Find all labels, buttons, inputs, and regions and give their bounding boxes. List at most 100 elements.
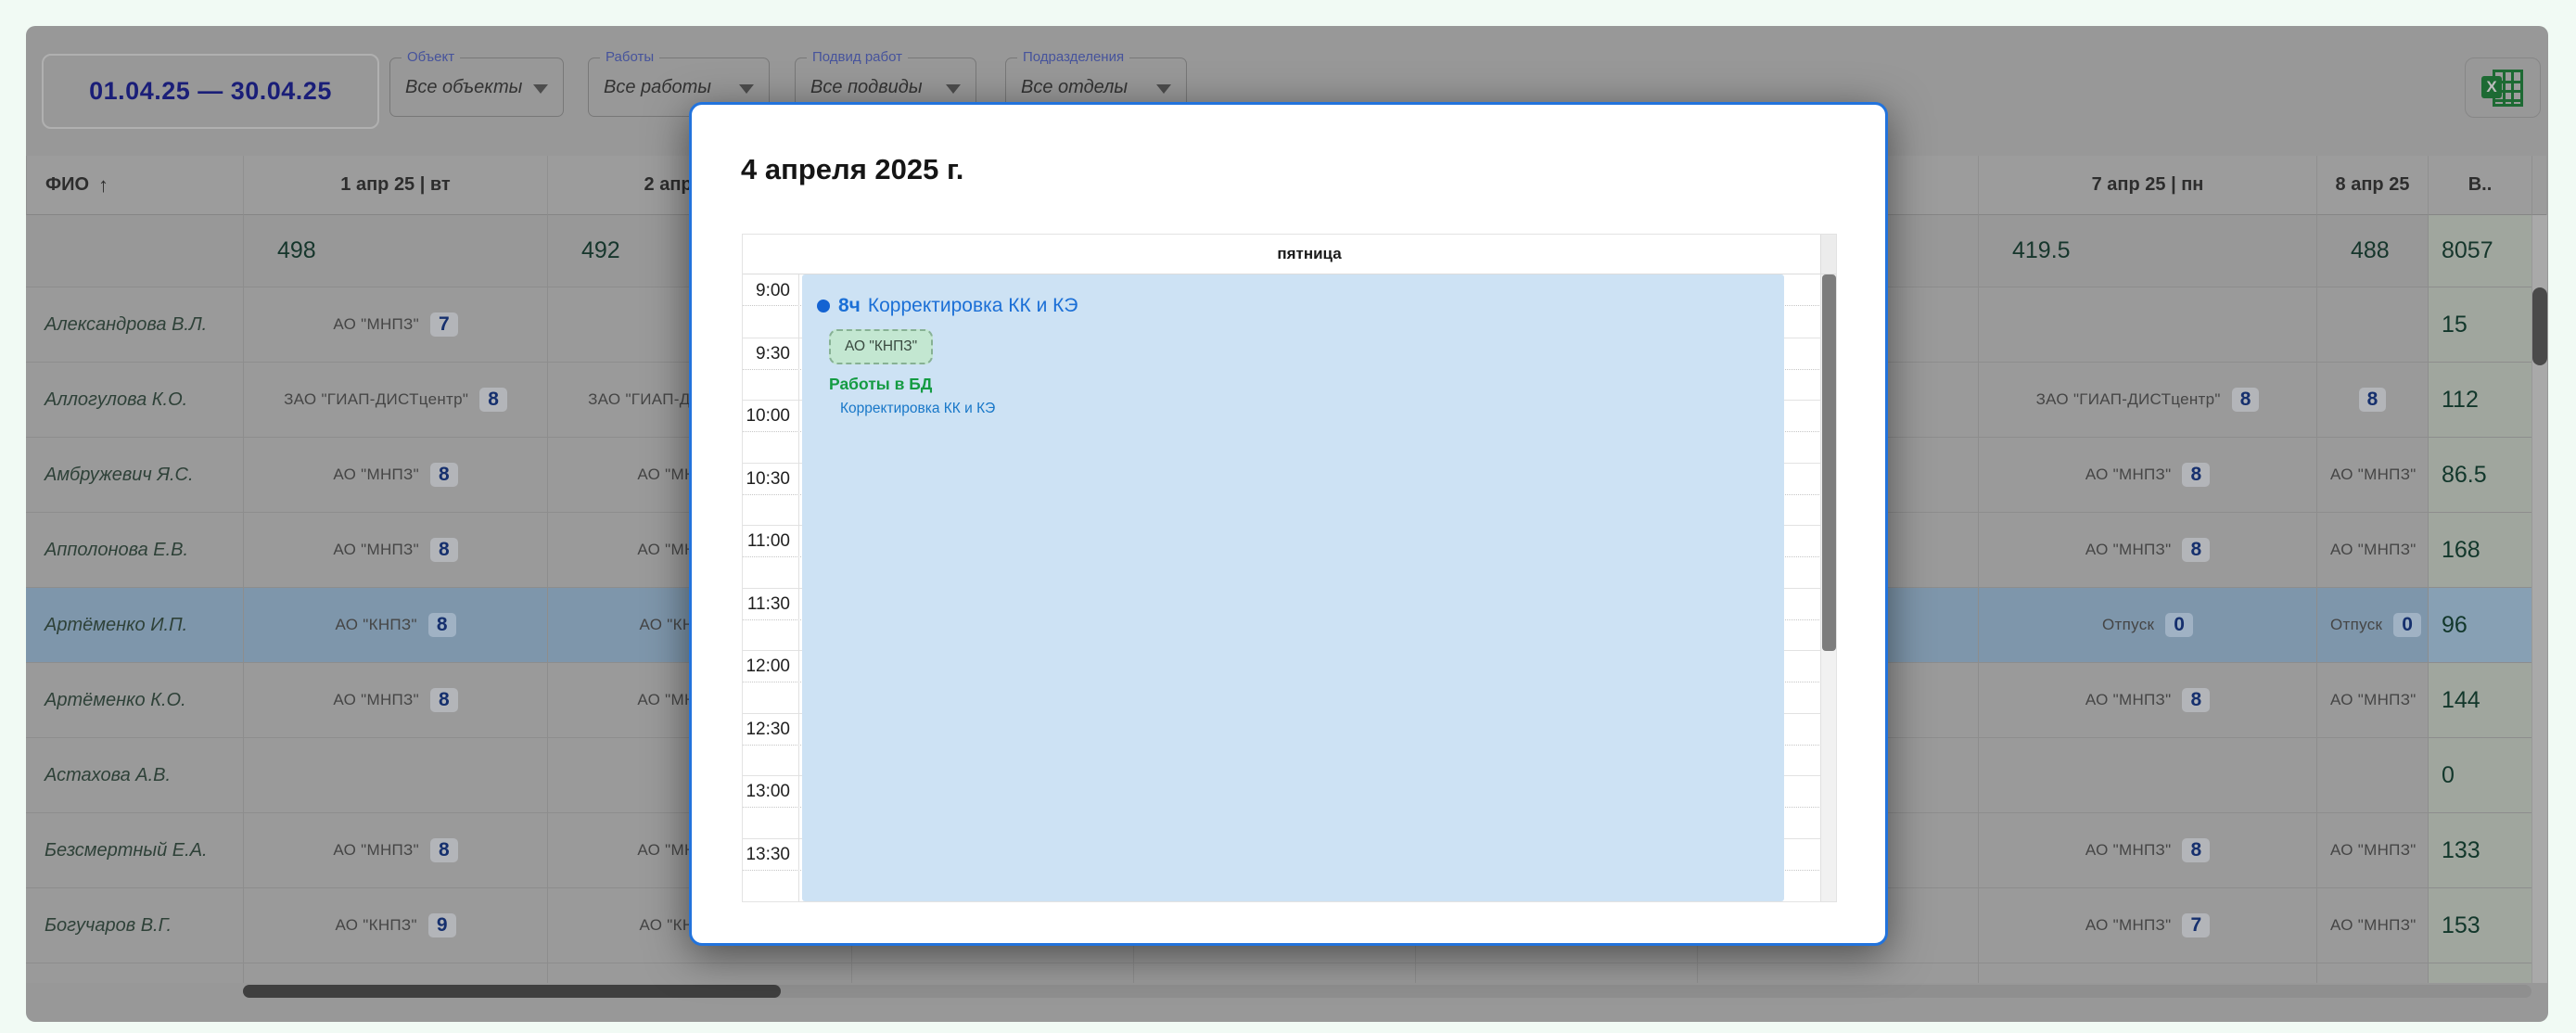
day-cell[interactable]: АО "МНПЗ"8 [243, 663, 547, 738]
horizontal-scrollbar-thumb[interactable] [243, 985, 781, 998]
day-cell[interactable] [1978, 287, 2316, 363]
event-header: 8ч Корректировка КК и КЭ [817, 295, 1784, 317]
day-cell[interactable]: АО "МНПЗ" 8 [1978, 813, 2316, 888]
date-range-picker[interactable]: 01.04.25 — 30.04.25 [42, 54, 379, 129]
day-cell[interactable]: АО "МНПЗ" 8 [243, 813, 547, 888]
hours-badge: 0 [2393, 613, 2421, 637]
row-total-cell: 86.5 [2428, 438, 2531, 513]
column-header-fio[interactable]: ФИО ↑ [26, 156, 243, 215]
day-cell[interactable]: АО "МНПЗ"8 [1978, 438, 2316, 513]
day-cell[interactable]: АО "МНПЗ"8 [2316, 513, 2428, 588]
export-excel-button[interactable]: X [2465, 57, 2541, 118]
column-header-d1[interactable]: 1 апр 25 | вт [243, 156, 547, 215]
hours-badge: 8 [2359, 388, 2387, 412]
day-cell [1978, 963, 2316, 983]
scrollbar-header-filler [1820, 235, 1836, 274]
org-label: АО "МНПЗ" [2085, 691, 2172, 709]
day-cell[interactable]: ЗАО "ГИАП-ДИСТцентр"8 [243, 363, 547, 438]
time-label: 12:30 [743, 720, 790, 740]
time-label: 13:00 [743, 782, 790, 802]
day-cell[interactable]: АО "МНПЗ"8 [2316, 663, 2428, 738]
org-label: АО "МНПЗ" [2330, 691, 2417, 709]
app-viewport: 01.04.25 — 30.04.25 ОбъектВсе объекты Раб… [0, 0, 2576, 1033]
column-header-d7[interactable]: 7 апр 25 | пн [1978, 156, 2316, 215]
day-cell[interactable]: АО "МНПЗ"8 [243, 513, 547, 588]
totals-sum: 8057 [2428, 215, 2531, 287]
org-label: АО "КНПЗ" [335, 616, 416, 634]
event-duration: 8ч [838, 295, 861, 317]
org-label: ЗАО "ГИАП-ДИСТцентр" [2036, 390, 2221, 409]
time-label: 9:00 [743, 281, 790, 301]
totals-d1: 498 [243, 215, 547, 287]
day-cell [851, 963, 1133, 983]
arrow-up-icon: ↑ [98, 173, 108, 198]
day-cell[interactable] [243, 738, 547, 813]
caret-down-icon [946, 84, 961, 94]
filter-dropdown-1[interactable]: ОбъектВсе объекты [389, 57, 564, 117]
event-title-link[interactable]: Корректировка КК и КЭ [868, 295, 1078, 317]
day-cell [547, 963, 851, 983]
day-detail-dialog: 4 апреля 2025 г. пятница 8ч Корректировк… [689, 102, 1888, 946]
table-row-clipped [26, 963, 2548, 983]
vertical-scrollbar-thumb[interactable] [2532, 287, 2547, 365]
day-cell[interactable]: Отпуск0 [2316, 588, 2428, 663]
day-cell[interactable]: АО "МНПЗ"8 [2316, 813, 2428, 888]
hours-badge: 8 [2182, 538, 2210, 562]
day-cell[interactable]: АО "МНПЗ" 8 [1978, 663, 2316, 738]
horizontal-scrollbar[interactable] [243, 985, 2531, 998]
column-header-sum[interactable]: В.. [2428, 156, 2531, 215]
org-label: Отпуск [2102, 616, 2154, 634]
day-cell[interactable]: АО "МНПЗ"8 [1978, 513, 2316, 588]
row-total-cell: 0 [2428, 738, 2531, 813]
org-label: АО "МНПЗ" [333, 315, 419, 334]
hours-badge: 7 [430, 312, 458, 337]
day-cell[interactable]: АО "МНПЗ"7 [1978, 888, 2316, 963]
day-cell[interactable] [2316, 287, 2428, 363]
employee-name-cell: Артёменко К.О. [26, 663, 243, 738]
day-cell[interactable]: 8 [2316, 363, 2428, 438]
org-label: АО "МНПЗ" [2085, 841, 2172, 860]
day-cell[interactable] [1978, 738, 2316, 813]
day-cell[interactable]: АО "КНПЗ"9 [243, 888, 547, 963]
dropdown-selected-value: Все объекты [405, 58, 522, 116]
day-cell [243, 963, 547, 983]
row-total-cell: 144 [2428, 663, 2531, 738]
day-cell[interactable]: АО "КНПЗ"8 [243, 588, 547, 663]
totals-d7: 419.5 [1978, 215, 2316, 287]
calendar-scrollbar[interactable] [1820, 274, 1836, 901]
day-cell[interactable]: АО "МНПЗ"8 [2316, 438, 2428, 513]
time-label: 11:00 [743, 531, 790, 552]
calendar-event[interactable]: 8ч Корректировка КК и КЭ АО "КНПЗ" Работ… [802, 274, 1784, 901]
day-cell[interactable]: АО "МНПЗ" 7 [243, 287, 547, 363]
hours-badge: 8 [2182, 688, 2210, 712]
fio-header-label: ФИО [45, 174, 89, 196]
day-cell[interactable]: ЗАО "ГИАП-ДИСТцентр"8 [1978, 363, 2316, 438]
dialog-title: 4 апреля 2025 г. [741, 153, 963, 186]
time-label: 12:00 [743, 657, 790, 677]
hours-badge: 8 [430, 838, 458, 862]
row-total-cell: 133 [2428, 813, 2531, 888]
event-work-subtype: Корректировка КК и КЭ [840, 401, 1784, 417]
day-cell[interactable]: АО "МНПЗ"7 [2316, 888, 2428, 963]
day-cell[interactable] [2316, 738, 2428, 813]
org-label: АО "МНПЗ" [333, 841, 419, 860]
hours-badge: 8 [430, 688, 458, 712]
calendar-body: 8ч Корректировка КК и КЭ АО "КНПЗ" Работ… [743, 274, 1836, 901]
row-total-cell: 112 [2428, 363, 2531, 438]
calendar-scrollbar-thumb[interactable] [1822, 274, 1836, 651]
column-header-d8[interactable]: 8 апр 25 [2316, 156, 2428, 215]
row-total-cell: 168 [2428, 513, 2531, 588]
employee-name-cell: Артёменко И.П. [26, 588, 243, 663]
event-work-type: Работы в БД [829, 375, 1784, 394]
calendar-header: пятница [743, 235, 1836, 274]
hours-badge: 7 [2182, 913, 2210, 937]
row-total-cell: 96 [2428, 588, 2531, 663]
day-cell[interactable]: Отпуск0 [1978, 588, 2316, 663]
day-cell [1697, 963, 1978, 983]
vertical-scrollbar[interactable] [2532, 215, 2547, 983]
employee-name-cell: Аллогулова К.О. [26, 363, 243, 438]
day-cell[interactable]: АО "МНПЗ"8 [243, 438, 547, 513]
time-label: 10:00 [743, 406, 790, 427]
time-label: 11:30 [743, 594, 790, 615]
hours-badge: 8 [2182, 838, 2210, 862]
